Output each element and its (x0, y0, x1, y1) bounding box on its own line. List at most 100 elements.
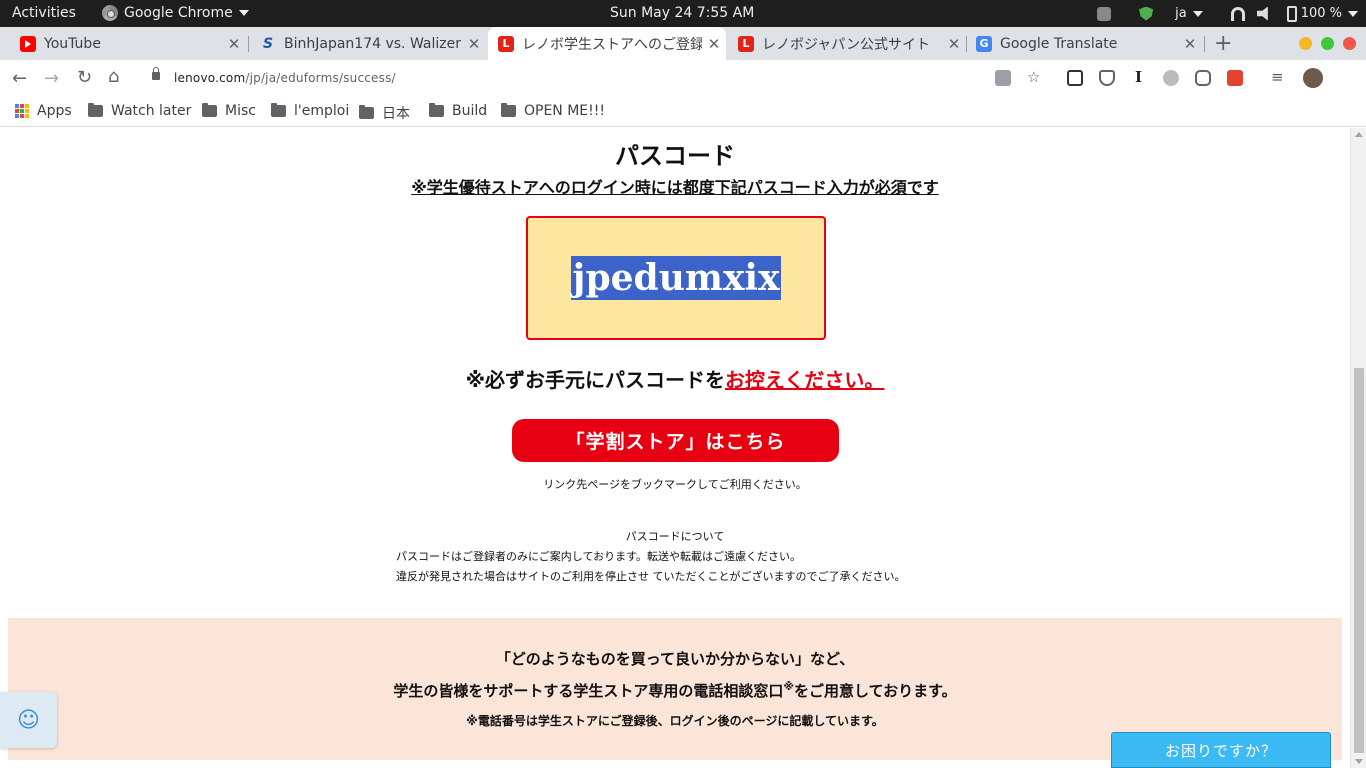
close-icon[interactable]: ✕ (462, 35, 486, 53)
scrollbar-thumb[interactable] (1354, 368, 1364, 753)
bookmark-label: Watch later (111, 103, 192, 119)
bookmark-label: l'emploi (294, 103, 350, 119)
system-tray[interactable]: ja 100 % (1083, 0, 1366, 27)
login-requirement-note: ※学生優待ストアへのログイン時には都度下記パスコード入力が必須です (0, 174, 1350, 198)
tab-binhjapan[interactable]: S BinhJapan174 vs. Walizer ✕ (242, 27, 486, 60)
close-icon[interactable]: ✕ (1178, 35, 1202, 53)
keep-passcode-note: ※必ずお手元にパスコードをお控えください。 (0, 364, 1350, 393)
passcode-value[interactable]: jpedumxix (571, 256, 781, 300)
input-method-label[interactable]: ja (1175, 6, 1187, 21)
address-bar[interactable]: lenovo.com/jp/ja/eduforms/success/ (174, 71, 396, 85)
translate-page-icon[interactable] (995, 70, 1011, 86)
bookmark-star-icon[interactable]: ☆ (1027, 68, 1040, 86)
folder-icon (271, 103, 286, 117)
bookmark-folder-lemploi[interactable]: l'emploi (271, 103, 349, 119)
clock[interactable]: Sun May 24 7:55 AM (610, 5, 754, 21)
page-title: パスコード (615, 142, 735, 170)
support-line: 「どのようなものを買って良いか分からない」など、 (495, 650, 855, 668)
support-line-text: をご用意しております。 (794, 682, 957, 700)
screen-record-icon[interactable] (1097, 6, 1112, 21)
tab-divider (1204, 36, 1205, 52)
bookmark-folder-watch-later[interactable]: Watch later (88, 103, 191, 119)
bookmark-label: Misc (225, 103, 256, 119)
url-host: lenovo.com (174, 71, 246, 85)
forward-button[interactable]: → (44, 68, 59, 89)
shield-icon[interactable] (1139, 6, 1154, 21)
app-menu[interactable]: Google Chrome (102, 5, 249, 21)
about-passcode-line: パスコードはご登録者のみにご案内しております。転送や転載はご遠慮ください。 (396, 550, 802, 563)
home-button[interactable]: ⌂ (108, 66, 119, 87)
tab-title: Google Translate (1000, 35, 1118, 52)
back-button[interactable]: ← (12, 68, 27, 89)
tab-title: YouTube (44, 35, 101, 52)
close-icon[interactable]: ✕ (702, 35, 726, 53)
bookmarks-bar: Apps Watch later Misc l'emploi 日本 Build … (0, 97, 1366, 127)
new-tab-button[interactable]: + (1214, 31, 1232, 56)
reload-button[interactable]: ↻ (77, 67, 92, 88)
notion-icon[interactable] (1067, 70, 1083, 86)
tab-youtube[interactable]: YouTube ✕ (2, 27, 246, 60)
tab-title: レノボ学生ストアへのご登録 (522, 36, 702, 53)
support-line: 学生の皆様をサポートする学生ストア専用の電話相談窓口※をご用意しております。 (8, 680, 1342, 701)
media-queue-icon[interactable]: ≡ (1271, 68, 1284, 86)
tab-lenovo-student-store[interactable]: L レノボ学生ストアへのご登録 ✕ (488, 27, 726, 60)
login-requirement-text: ※学生優待ストアへのログイン時には都度下記パスコード入力が必須です (411, 178, 939, 197)
chrome-icon (102, 5, 118, 21)
activities-button[interactable]: Activities (12, 5, 76, 21)
minimize-button[interactable] (1299, 37, 1312, 50)
bookmark-label: Apps (37, 103, 72, 119)
help-button[interactable]: お困りですか？ (1111, 732, 1331, 768)
pocket-icon[interactable] (1099, 70, 1115, 86)
close-window-button[interactable] (1343, 37, 1356, 50)
battery-icon[interactable] (1286, 5, 1297, 22)
bookmark-note: リンク先ページをブックマークしてご利用ください。 (543, 478, 807, 491)
chevron-down-icon (238, 10, 249, 16)
apps-grid-icon (15, 104, 29, 118)
keep-note-emphasis: お控えください。 (725, 368, 885, 392)
student-store-button[interactable]: 「学割ストア」はこちら (512, 419, 839, 462)
tab-title: レノボジャパン公式サイト (762, 36, 930, 53)
chat-widget-button[interactable]: ☺ (0, 692, 57, 748)
instapaper-icon[interactable]: I (1135, 68, 1142, 86)
bookmark-folder-misc[interactable]: Misc (202, 103, 256, 119)
tab-title: BinhJapan174 vs. Walizer (284, 35, 461, 52)
support-line-text: 学生の皆様をサポートする学生ストア専用の電話相談窓口 (393, 682, 784, 700)
tab-lenovo-japan[interactable]: L レノボジャパン公式サイト ✕ (728, 27, 966, 60)
scroll-up-arrow-icon[interactable] (1355, 132, 1363, 137)
scroll-down-arrow-icon[interactable] (1355, 759, 1363, 764)
volume-icon[interactable] (1256, 6, 1268, 21)
lock-icon[interactable] (152, 67, 160, 80)
bookmark-folder-open-me[interactable]: OPEN ME!!! (501, 103, 605, 119)
tab-google-translate[interactable]: G Google Translate ✕ (966, 27, 1202, 60)
todoist-icon[interactable] (1227, 70, 1243, 86)
wifi-icon[interactable] (1230, 6, 1245, 21)
lenovo-icon: L (738, 35, 754, 52)
folder-icon (202, 103, 217, 117)
footnote-mark: ※ (783, 680, 795, 693)
battery-level: 100 % (1300, 6, 1342, 21)
passcode-box: jpedumxix (526, 216, 826, 340)
profile-avatar[interactable] (1303, 68, 1323, 88)
bookmark-label: OPEN ME!!! (524, 103, 605, 119)
system-top-bar: Activities Google Chrome Sun May 24 7:55… (0, 0, 1366, 27)
app-name: Google Chrome (124, 5, 233, 21)
bookmark-apps[interactable]: Apps (15, 103, 72, 119)
bookmark-folder-nihon[interactable]: 日本 (359, 103, 410, 123)
folder-icon (359, 105, 374, 119)
google-translate-icon: G (976, 35, 992, 52)
youtube-icon (20, 35, 36, 52)
bookmark-label: Build (452, 103, 488, 119)
url-path: /jp/ja/eduforms/success/ (245, 71, 396, 85)
bookmark-label: 日本 (382, 106, 410, 122)
chat-extension-icon[interactable] (1195, 70, 1211, 86)
folder-icon (501, 103, 516, 117)
page-scrollbar[interactable] (1350, 128, 1366, 768)
support-footnote: ※電話番号は学生ストアにご登録後、ログイン後のページに記載しています。 (466, 714, 884, 728)
close-icon[interactable]: ✕ (942, 35, 966, 53)
bookmark-folder-build[interactable]: Build (429, 103, 487, 119)
power-icon[interactable] (1163, 70, 1179, 86)
chevron-down-icon (1192, 10, 1203, 17)
maximize-button[interactable] (1321, 37, 1334, 50)
s-icon: S (262, 35, 274, 52)
keep-note-text: ※必ずお手元にパスコードを (465, 368, 726, 392)
